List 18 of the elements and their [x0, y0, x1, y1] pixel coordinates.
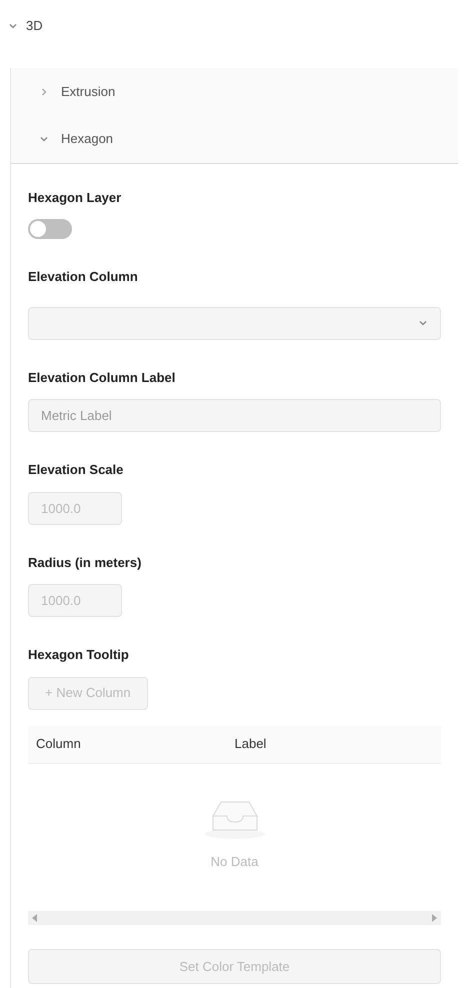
chevron-right-icon	[39, 86, 49, 96]
scroll-right-icon[interactable]	[431, 914, 437, 922]
field-label: Hexagon Layer	[28, 188, 122, 207]
panel-header[interactable]: Extrusion	[11, 68, 458, 116]
column-header: Label	[234, 735, 268, 754]
panel-header[interactable]: Hexagon	[11, 116, 458, 164]
toggle-switch[interactable]	[28, 219, 72, 239]
scroll-left-icon[interactable]	[32, 914, 38, 922]
section-header[interactable]: 3D	[0, 0, 465, 48]
column-header: Column	[36, 735, 82, 754]
field-label: Elevation Scale	[28, 461, 124, 479]
empty-text: No Data	[210, 852, 258, 870]
field-label: Elevation Column	[28, 268, 139, 286]
chevron-down-icon	[418, 318, 428, 328]
field-label: Elevation Column Label	[28, 368, 176, 386]
field-label: Radius (in meters)	[28, 554, 142, 572]
chevron-down-icon	[39, 134, 49, 144]
field-label: Hexagon Tooltip	[28, 646, 130, 664]
